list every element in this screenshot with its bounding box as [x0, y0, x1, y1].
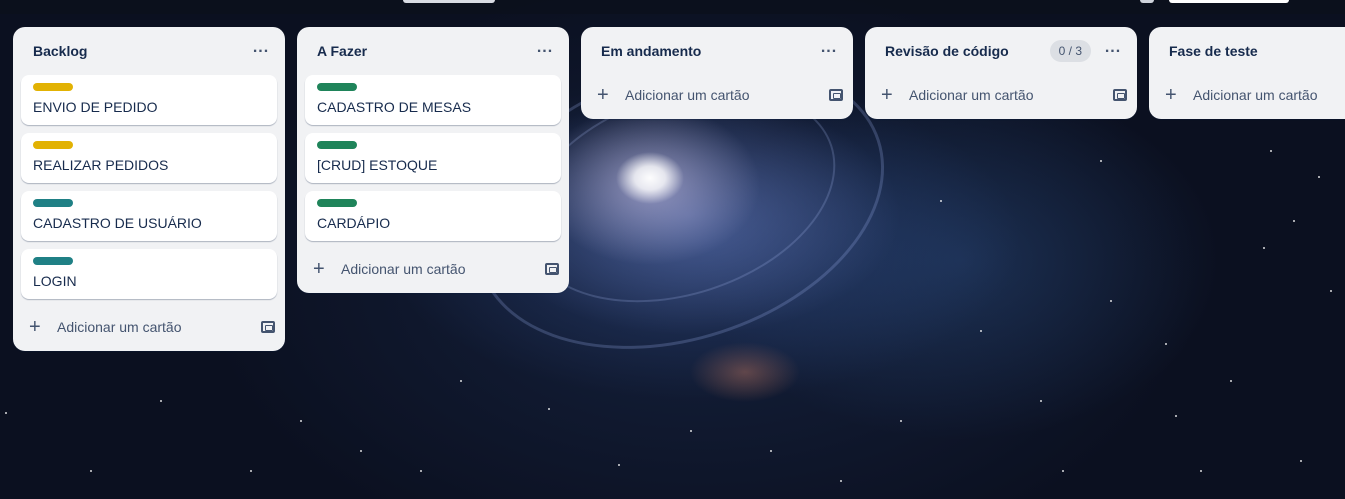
list-revisao-de-codigo: Revisão de código 0 / 3 ... + Adicionar …: [865, 27, 1137, 119]
star: [1040, 400, 1042, 402]
plus-icon[interactable]: +: [29, 317, 49, 337]
star: [1062, 470, 1064, 472]
share-button[interactable]: [1169, 0, 1289, 3]
card-title: LOGIN: [33, 273, 77, 289]
list-title[interactable]: Fase de teste: [1169, 43, 1333, 59]
star: [1270, 150, 1272, 152]
star: [548, 408, 550, 410]
card-label[interactable]: [317, 83, 357, 91]
star: [1100, 160, 1102, 162]
plus-icon[interactable]: +: [597, 85, 617, 105]
card-template-icon[interactable]: [829, 89, 843, 101]
star: [690, 430, 692, 432]
list-title[interactable]: Em andamento: [601, 43, 817, 59]
star: [90, 470, 92, 472]
card[interactable]: ENVIO DE PEDIDO: [21, 75, 277, 125]
star: [1200, 470, 1202, 472]
add-card-button[interactable]: Adicionar um cartão: [57, 319, 261, 335]
star: [1318, 176, 1320, 178]
plus-icon[interactable]: +: [313, 259, 333, 279]
list-backlog: Backlog ... ENVIO DE PEDIDO REALIZAR PED…: [13, 27, 285, 351]
star: [940, 200, 942, 202]
card-label[interactable]: [33, 141, 73, 149]
wip-limit-badge: 0 / 3: [1049, 40, 1091, 62]
card[interactable]: LOGIN: [21, 249, 277, 299]
add-card-row: + Adicionar um cartão: [1149, 75, 1345, 115]
add-card-button[interactable]: Adicionar um cartão: [1193, 87, 1335, 103]
star: [5, 412, 7, 414]
card-label[interactable]: [33, 257, 73, 265]
card[interactable]: CADASTRO DE MESAS: [305, 75, 561, 125]
add-card-row: + Adicionar um cartão: [13, 307, 285, 347]
list-title[interactable]: Revisão de código: [885, 43, 1050, 59]
list-menu-icon[interactable]: ...: [249, 39, 273, 63]
card[interactable]: CADASTRO DE USUÁRIO: [21, 191, 277, 241]
board-switcher-button[interactable]: [403, 0, 495, 3]
card[interactable]: CARDÁPIO: [305, 191, 561, 241]
star: [618, 464, 620, 466]
list-header: Revisão de código 0 / 3 ...: [865, 27, 1137, 75]
card-title: REALIZAR PEDIDOS: [33, 157, 169, 173]
top-bar: [0, 0, 1345, 14]
list-header: Backlog ...: [13, 27, 285, 75]
card-label[interactable]: [317, 141, 357, 149]
list-a-fazer: A Fazer ... CADASTRO DE MESAS [CRUD] EST…: [297, 27, 569, 293]
card-list: CADASTRO DE MESAS [CRUD] ESTOQUE CARDÁPI…: [297, 75, 569, 241]
star: [770, 450, 772, 452]
list-menu-icon[interactable]: ...: [817, 39, 841, 63]
card-title: CARDÁPIO: [317, 215, 391, 231]
star: [900, 420, 902, 422]
add-card-row: + Adicionar um cartão: [581, 75, 853, 115]
list-title[interactable]: A Fazer: [317, 43, 533, 59]
card-template-icon[interactable]: [261, 321, 275, 333]
list-header: Em andamento ...: [581, 27, 853, 75]
star: [1330, 290, 1332, 292]
star: [460, 380, 462, 382]
add-card-row: + Adicionar um cartão: [865, 75, 1137, 115]
star: [840, 480, 842, 482]
list-em-andamento: Em andamento ... + Adicionar um cartão: [581, 27, 853, 119]
star: [1165, 343, 1167, 345]
card-title: CADASTRO DE MESAS: [317, 99, 472, 115]
card-title: ENVIO DE PEDIDO: [33, 99, 158, 115]
plus-icon[interactable]: +: [881, 85, 901, 105]
star: [420, 470, 422, 472]
list-fase-de-teste: Fase de teste + Adicionar um cartão: [1149, 27, 1345, 119]
card-label[interactable]: [33, 83, 73, 91]
add-card-button[interactable]: Adicionar um cartão: [625, 87, 829, 103]
star: [1300, 460, 1302, 462]
star: [160, 400, 162, 402]
card-list: ENVIO DE PEDIDO REALIZAR PEDIDOS CADASTR…: [13, 75, 285, 299]
add-card-button[interactable]: Adicionar um cartão: [341, 261, 545, 277]
card-template-icon[interactable]: [545, 263, 559, 275]
avatar[interactable]: [1140, 0, 1154, 3]
card-label[interactable]: [317, 199, 357, 207]
star: [250, 470, 252, 472]
star: [360, 450, 362, 452]
star: [980, 330, 982, 332]
list-header: Fase de teste: [1149, 27, 1345, 75]
card-label[interactable]: [33, 199, 73, 207]
list-menu-icon[interactable]: ...: [533, 39, 557, 63]
list-menu-icon[interactable]: ...: [1101, 39, 1125, 63]
add-card-button[interactable]: Adicionar um cartão: [909, 87, 1113, 103]
list-header: A Fazer ...: [297, 27, 569, 75]
card[interactable]: [CRUD] ESTOQUE: [305, 133, 561, 183]
list-title[interactable]: Backlog: [33, 43, 249, 59]
star: [1263, 247, 1265, 249]
star: [1230, 380, 1232, 382]
plus-icon[interactable]: +: [1165, 85, 1185, 105]
add-card-row: + Adicionar um cartão: [297, 249, 569, 289]
star: [1110, 300, 1112, 302]
card-title: [CRUD] ESTOQUE: [317, 157, 438, 173]
card-template-icon[interactable]: [1113, 89, 1127, 101]
star: [300, 420, 302, 422]
card[interactable]: REALIZAR PEDIDOS: [21, 133, 277, 183]
star: [1293, 220, 1295, 222]
star: [1175, 415, 1177, 417]
card-title: CADASTRO DE USUÁRIO: [33, 215, 202, 231]
